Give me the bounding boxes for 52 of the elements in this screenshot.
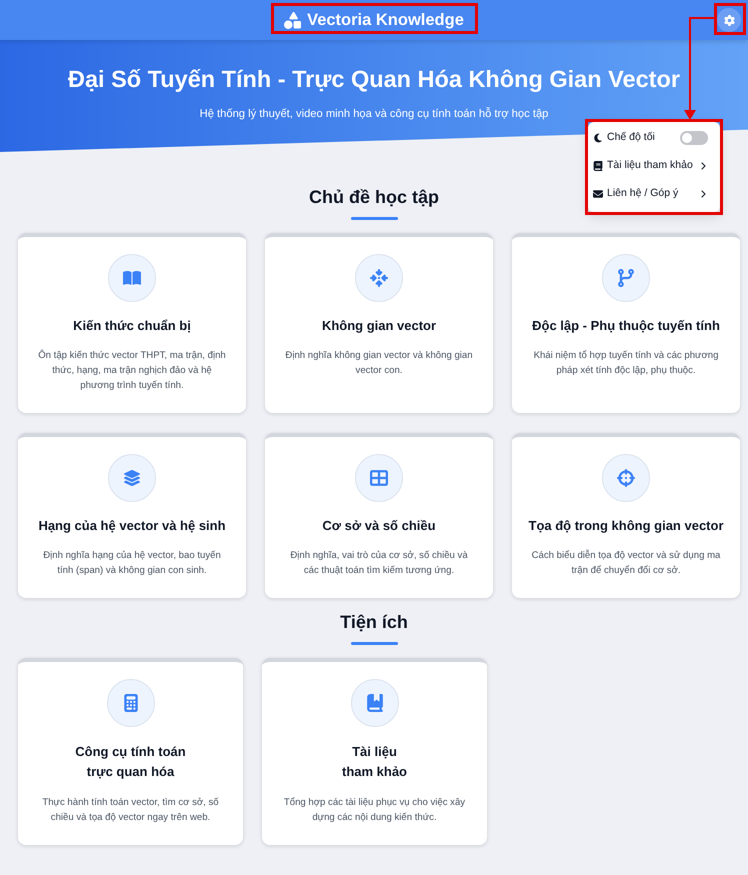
card-title: Độc lập - Phụ thuộc tuyến tính	[532, 317, 720, 335]
tool-card[interactable]: Tài liệu tham khảo Tổng hợp các tài liệu phục vụ cho việc xây dựng các nội dung kiến thức.	[262, 658, 487, 845]
topic-card[interactable]: Không gian vector Định nghĩa không gian vector và không gian vector con.	[265, 233, 493, 413]
highlight-frame	[714, 3, 746, 35]
menu-item[interactable]: Liên hệ / Góp ý	[588, 180, 720, 208]
card-description: Thực hành tính toán vector, tìm cơ sở, số chiều và tọa độ vector ngay trên web.	[41, 796, 220, 825]
envelope-icon	[593, 189, 603, 199]
book-icon	[593, 161, 603, 171]
card-title: Không gian vector	[322, 317, 436, 335]
branch-icon	[602, 254, 650, 302]
open-book-icon	[108, 254, 156, 302]
settings-icon	[724, 14, 734, 26]
card-title: Cơ sở và số chiều	[322, 517, 436, 535]
card-description: Ôn tập kiến thức vector THPT, ma trận, định thức, hạng, ma trận nghịch đảo và hệ phương trình tuyến tính.	[37, 348, 227, 393]
card-title: Hạng của hệ vector và hệ sinh	[38, 517, 226, 535]
tool-card[interactable]: Công cụ tính toán trực quan hóa Thực hành tính toán vector, tìm cơ sở, số chiều và tọa độ vector ngay trên web.	[18, 658, 243, 845]
card-description: Cách biểu diễn tọa độ vector và sử dụng ma trận để chuyển đổi cơ sở.	[530, 548, 722, 578]
card-description: Khái niệm tổ hợp tuyến tính và các phương pháp xét tính độc lập, phụ thuộc.	[532, 349, 720, 378]
bookmark-book-icon	[350, 679, 398, 727]
chevron-icon	[700, 162, 706, 170]
inward-arrows-icon	[355, 254, 403, 302]
layers-icon	[108, 454, 156, 502]
accent-bar	[350, 217, 398, 220]
moon-icon	[593, 133, 603, 143]
menu-item[interactable]: Tài liệu tham khảo	[588, 152, 720, 180]
topic-card[interactable]: Hạng của hệ vector và hệ sinh Định nghĩa hạng của hệ vector, bao tuyến tính (span) và không gian con sinh.	[18, 433, 246, 598]
chevron-icon	[700, 190, 706, 198]
card-title: Tọa độ trong không gian vector	[528, 517, 724, 535]
page-subtitle: Hệ thống lý thuyết, video minh họa và công cụ tính toán hỗ trợ học tập	[200, 107, 548, 121]
section-title: Chủ đề học tập	[309, 186, 439, 209]
card-description: Tổng hợp các tài liệu phục vụ cho việc xây dựng các nội dung kiến thức.	[282, 796, 466, 825]
card-title: Công cụ tính toán trực quan hóa	[75, 743, 186, 781]
card-description: Định nghĩa không gian vector và không gian vector con.	[284, 349, 474, 378]
menu-label: Chế độ tối	[607, 130, 655, 146]
topic-card[interactable]: Kiến thức chuẩn bị Ôn tập kiến thức vector THPT, ma trận, định thức, hạng, ma trận nghịch đảo và hệ phương trình tuyến tính.	[18, 233, 246, 413]
card-description: Định nghĩa, vai trò của cơ sở, số chiều và các thuật toán tìm kiếm tương ứng.	[289, 549, 469, 578]
grid-icon	[355, 454, 403, 502]
calculator-icon	[106, 679, 154, 727]
crosshair-icon	[602, 454, 650, 502]
card-description: Định nghĩa hạng của hệ vector, bao tuyến tính (span) và không gian con sinh.	[42, 549, 222, 578]
shapes-icon	[284, 12, 302, 28]
card-title: Kiến thức chuẩn bị	[73, 317, 191, 335]
topic-card[interactable]: Cơ sở và số chiều Định nghĩa, vai trò của cơ sở, số chiều và các thuật toán tìm kiếm tương ứng.	[265, 433, 493, 598]
settings-button[interactable]	[717, 8, 741, 32]
section-title: Tiện ích	[340, 611, 408, 634]
toggle-switch[interactable]	[680, 131, 708, 145]
brand-name[interactable]: Vectoria Knowledge	[307, 8, 464, 32]
topic-card[interactable]: Tọa độ trong không gian vector Cách biểu diễn tọa độ vector và sử dụng ma trận để chuyển đổi cơ sở.	[512, 433, 740, 598]
card-title: Tài liệu tham khảo	[342, 743, 407, 781]
accent-bar	[350, 642, 398, 645]
topic-card[interactable]: Độc lập - Phụ thuộc tuyến tính Khái niệm tổ hợp tuyến tính và các phương pháp xét tính độc lập, phụ thuộc.	[512, 233, 740, 413]
page-title: Đại Số Tuyến Tính - Trực Quan Hóa Không Gian Vector	[68, 65, 680, 94]
